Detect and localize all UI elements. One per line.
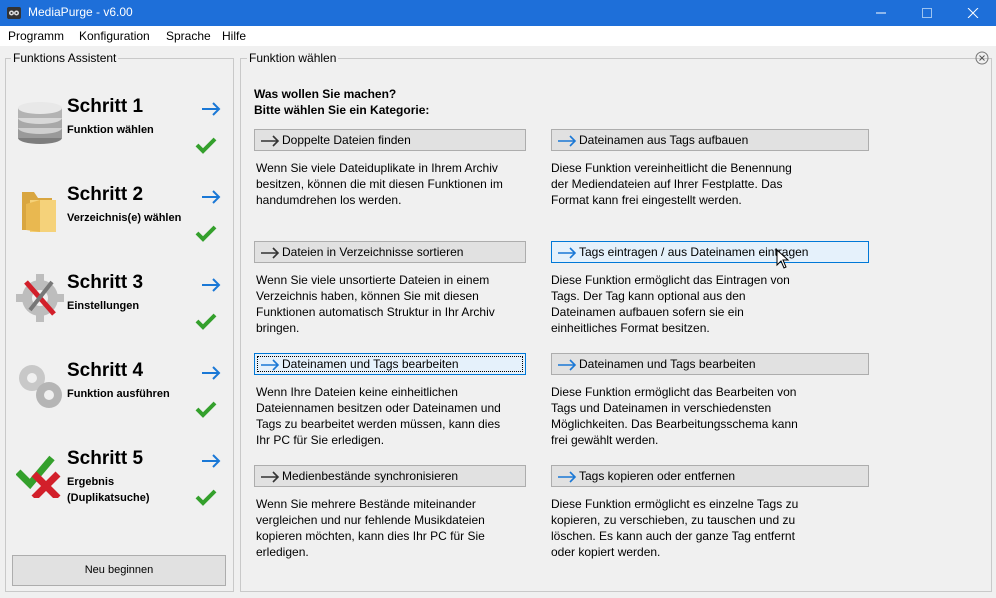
function-button-label: Dateinamen und Tags bearbeiten	[579, 357, 756, 371]
function-description: Wenn Sie viele unsortierte Dateien in ei…	[256, 273, 495, 335]
step-1[interactable]: Schritt 1 Funktion wählen	[0, 88, 230, 176]
function-description: Wenn Ihre Dateien keine einheitlichen Da…	[256, 385, 501, 447]
database-icon	[18, 102, 62, 144]
step-4[interactable]: Schritt 4 Funktion ausführen	[0, 352, 230, 440]
arrow-right-icon	[558, 247, 577, 259]
step-subtitle: Ergebnis (Duplikatsuche)	[67, 476, 150, 504]
menu-programm[interactable]: Programm	[8, 29, 64, 43]
minimize-button[interactable]	[858, 0, 904, 26]
function-button-sort-folders[interactable]: Dateien in Verzeichnisse sortieren	[254, 241, 526, 263]
step-subtitle: Verzeichnis(e) wählen	[67, 212, 182, 224]
arrow-right-icon	[202, 102, 221, 116]
arrow-right-icon	[558, 471, 577, 483]
function-description: Wenn Sie viele Dateiduplikate in Ihrem A…	[256, 161, 503, 207]
maximize-icon	[922, 8, 932, 18]
checkmark-icon	[195, 313, 217, 330]
step-title: Schritt 1	[67, 96, 144, 117]
function-button-write-tags[interactable]: Tags eintragen / aus Dateinamen eintrage…	[551, 241, 869, 263]
menu-konfiguration[interactable]: Konfiguration	[79, 29, 150, 43]
function-button-label: Dateien in Verzeichnisse sortieren	[282, 245, 464, 259]
function-button-sync[interactable]: Medienbestände synchronisieren	[254, 465, 526, 487]
menu-bar: Programm Konfiguration Sprache Hilfe	[0, 26, 996, 46]
restart-button[interactable]: Neu beginnen	[12, 555, 226, 586]
function-button-edit-names-tags[interactable]: Dateinamen und Tags bearbeiten	[254, 353, 526, 375]
function-button-duplicates[interactable]: Doppelte Dateien finden	[254, 129, 526, 151]
folder-icon	[22, 192, 56, 232]
step-3[interactable]: Schritt 3 Einstellungen	[0, 264, 230, 352]
assistant-title: Funktions Assistent	[11, 51, 119, 65]
step-subtitle: Funktion ausführen	[67, 388, 170, 400]
arrow-right-icon	[202, 190, 221, 204]
function-button-label: Doppelte Dateien finden	[282, 133, 411, 147]
arrow-right-icon	[202, 454, 221, 468]
arrow-right-icon	[202, 278, 221, 292]
function-button-names-from-tags[interactable]: Dateinamen aus Tags aufbauen	[551, 129, 869, 151]
checkmark-icon	[195, 225, 217, 242]
function-description: Diese Funktion vereinheitlicht die Benen…	[551, 161, 792, 207]
arrow-right-icon	[261, 135, 280, 147]
menu-hilfe[interactable]: Hilfe	[222, 29, 246, 43]
close-panel-icon[interactable]	[975, 51, 989, 65]
settings-tools-icon	[16, 274, 64, 322]
window-title: MediaPurge - v6.00	[28, 5, 133, 19]
checkmark-icon	[195, 137, 217, 154]
checkmark-icon	[195, 401, 217, 418]
function-description: Diese Funktion ermöglicht das Bearbeiten…	[551, 385, 798, 447]
step-subtitle: Einstellungen	[67, 300, 140, 312]
prompt-line-2: Bitte wählen Sie ein Kategorie:	[254, 103, 430, 117]
arrow-right-icon	[202, 366, 221, 380]
arrow-right-icon	[558, 135, 577, 147]
check-cross-icon	[16, 455, 61, 498]
gears-icon	[19, 365, 62, 408]
function-button-copy-tags[interactable]: Tags kopieren oder entfernen	[551, 465, 869, 487]
close-icon	[967, 8, 979, 18]
function-button-label: Medienbestände synchronisieren	[282, 469, 459, 483]
step-subtitle: Funktion wählen	[67, 124, 154, 136]
prompt-heading: Was wollen Sie machen? Bitte wählen Sie …	[254, 86, 429, 118]
close-window-button[interactable]	[950, 0, 996, 26]
function-description: Diese Funktion ermöglicht das Eintragen …	[551, 273, 790, 335]
step-title: Schritt 3	[67, 272, 144, 293]
arrow-right-icon	[558, 359, 577, 371]
minimize-icon	[876, 12, 886, 14]
step-title: Schritt 5	[67, 448, 144, 469]
app-icon	[7, 7, 21, 19]
function-description: Diese Funktion ermöglicht es einzelne Ta…	[551, 497, 799, 559]
function-button-edit-names-tags-2[interactable]: Dateinamen und Tags bearbeiten	[551, 353, 869, 375]
arrow-right-icon	[261, 359, 280, 371]
function-button-label: Dateinamen aus Tags aufbauen	[579, 133, 749, 147]
step-5[interactable]: Schritt 5 Ergebnis (Duplikatsuche)	[0, 440, 230, 528]
arrow-right-icon	[261, 471, 280, 483]
checkmark-icon	[195, 489, 217, 506]
mouse-cursor-icon	[776, 249, 790, 269]
step-2[interactable]: Schritt 2 Verzeichnis(e) wählen	[0, 176, 230, 264]
function-description: Wenn Sie mehrere Bestände miteinander ve…	[256, 497, 485, 559]
function-group-title: Funktion wählen	[247, 51, 339, 65]
title-bar: MediaPurge - v6.00	[0, 0, 996, 26]
prompt-line-1: Was wollen Sie machen?	[254, 87, 397, 101]
step-title: Schritt 2	[67, 184, 144, 205]
maximize-button[interactable]	[904, 0, 950, 26]
menu-sprache[interactable]: Sprache	[166, 29, 211, 43]
function-button-label: Dateinamen und Tags bearbeiten	[282, 357, 459, 371]
arrow-right-icon	[261, 247, 280, 259]
function-button-label: Tags eintragen / aus Dateinamen eintrage…	[579, 245, 809, 259]
function-button-label: Tags kopieren oder entfernen	[579, 469, 736, 483]
step-title: Schritt 4	[67, 360, 144, 381]
